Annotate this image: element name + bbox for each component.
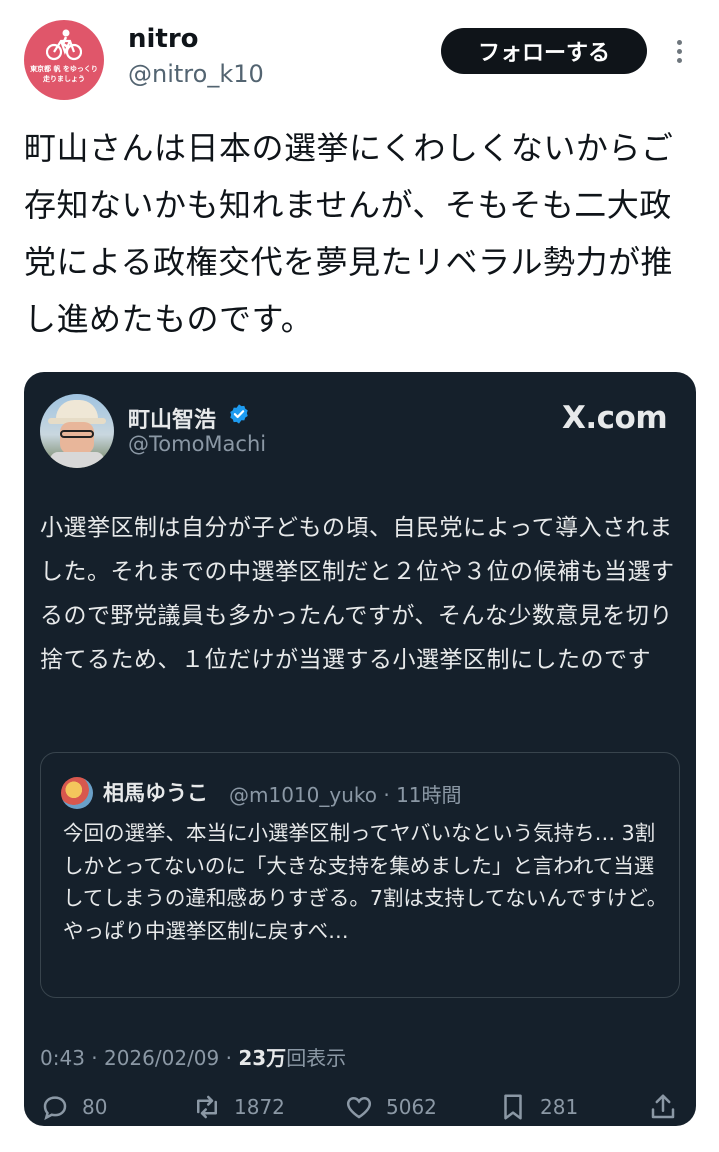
share-button[interactable] xyxy=(648,1092,678,1122)
embedded-post-card[interactable]: 町山智浩 @TomoMachi X.com 小選挙区制は自分が子どもの頃、自民党… xyxy=(24,372,696,1126)
quote-handle-time: @m1010_yuko · 11時間 xyxy=(229,783,462,807)
quoted-post[interactable]: 相馬ゆうこ @m1010_yuko · 11時間 今回の選挙、本当に小選挙区制っ… xyxy=(40,752,680,998)
follow-button[interactable]: フォローする xyxy=(441,28,647,74)
card-author-handle[interactable]: @TomoMachi xyxy=(128,432,266,456)
x-com-logo[interactable]: X.com xyxy=(562,400,668,436)
author-avatar[interactable]: 東京都 帆 をゆっくり 走りましょう xyxy=(24,20,104,100)
like-button[interactable]: 5062 xyxy=(344,1092,437,1122)
reply-button[interactable]: 80 xyxy=(40,1092,107,1122)
avatar-logo-text: 東京都 帆 をゆっくり 走りましょう xyxy=(30,65,98,83)
verified-badge-icon xyxy=(230,404,248,424)
card-post-text: 小選挙区制は自分が子どもの頃、自民党によって導入されました。それまでの中選挙区制… xyxy=(40,515,675,673)
author-handle[interactable]: @nitro_k10 xyxy=(128,60,264,88)
tweet-page: 東京都 帆 をゆっくり 走りましょう nitro @nitro_k10 フォローす… xyxy=(0,0,719,1152)
quote-author-name: 相馬ゆうこ xyxy=(103,781,208,805)
view-count: 23万 xyxy=(238,1046,287,1070)
quote-author-avatar xyxy=(61,777,93,809)
action-bar: 80 1872 5062 281 xyxy=(40,1092,680,1126)
reply-count: 80 xyxy=(82,1095,108,1119)
share-icon xyxy=(651,1094,675,1119)
repost-button[interactable]: 1872 xyxy=(192,1092,285,1122)
reply-icon xyxy=(43,1096,67,1121)
quote-text: 今回の選挙、本当に小選挙区制ってヤバいなという気持ち… 3割しかとってないのに「… xyxy=(63,821,668,943)
repost-icon xyxy=(197,1095,217,1119)
post-meta: 0:43 · 2026/02/09 · 23万回表示 xyxy=(40,1042,346,1071)
author-name[interactable]: nitro xyxy=(128,24,199,54)
bookmark-button[interactable]: 281 xyxy=(498,1092,578,1122)
views-label: 回表示 xyxy=(286,1046,347,1070)
bookmark-count: 281 xyxy=(540,1095,579,1119)
card-author-name[interactable]: 町山智浩 xyxy=(128,402,216,434)
tweet-text: 町山さんは日本の選挙にくわしくないからご存知ないかも知れませんが、そもそも二大政… xyxy=(24,129,674,338)
like-count: 5062 xyxy=(386,1095,437,1119)
repost-count: 1872 xyxy=(234,1095,285,1119)
heart-icon xyxy=(346,1096,372,1119)
more-options-icon[interactable] xyxy=(672,40,686,66)
post-timestamp[interactable]: 0:43 · 2026/02/09 · xyxy=(40,1046,238,1070)
bookmark-icon xyxy=(504,1094,522,1120)
card-author-avatar[interactable] xyxy=(40,394,114,468)
bicycle-icon xyxy=(46,29,82,61)
